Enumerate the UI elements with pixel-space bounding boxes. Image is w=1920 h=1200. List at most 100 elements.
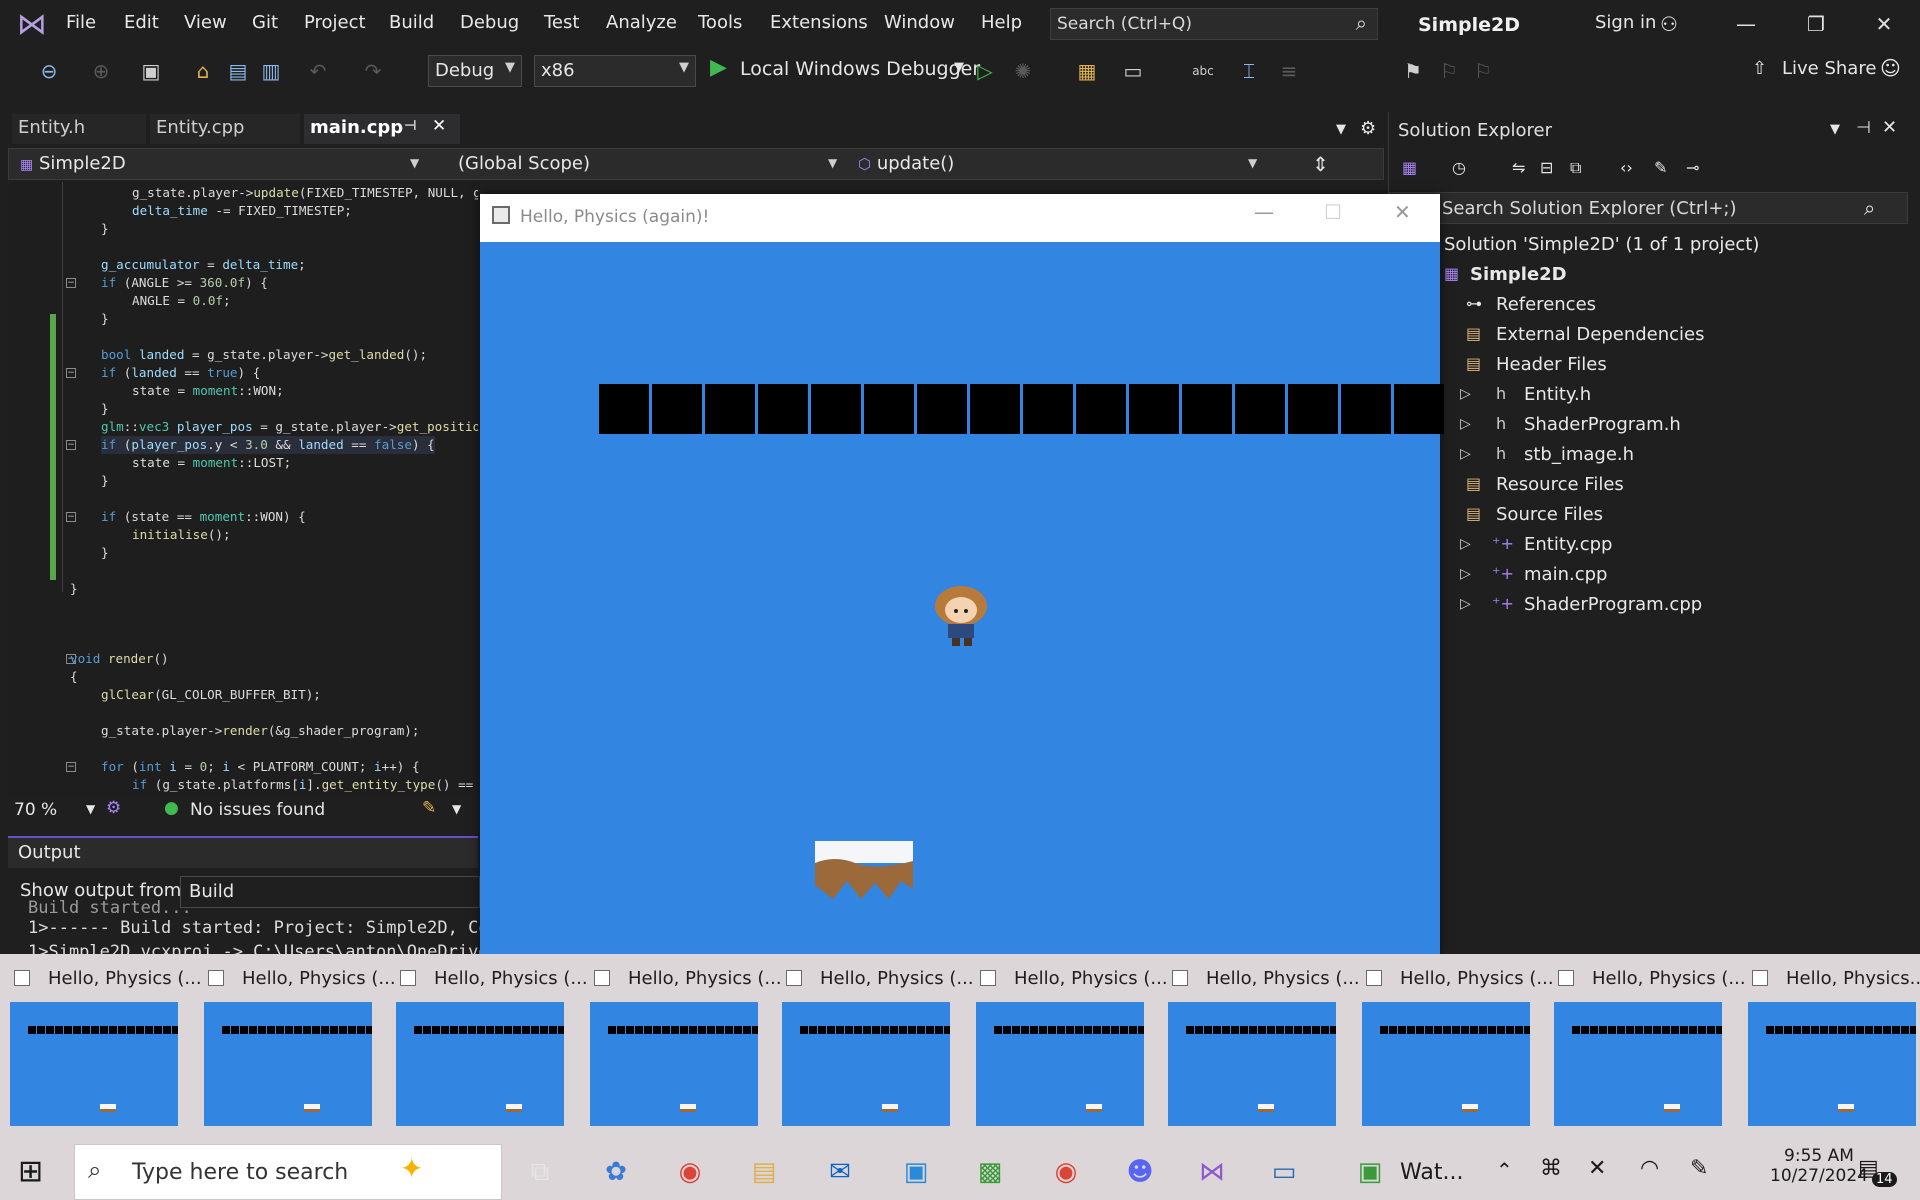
sign-in-link[interactable]: Sign in	[1595, 12, 1656, 33]
tree-file-shaderprogram-cpp[interactable]: ShaderProgram.cpp	[1524, 594, 1702, 615]
tab-entity-cpp[interactable]: Entity.cpp	[150, 114, 300, 144]
menu-view[interactable]: View	[184, 12, 227, 33]
live-share-button[interactable]: Live Share	[1782, 58, 1876, 79]
issues-status[interactable]: No issues found	[190, 800, 325, 820]
tree-external-dependencies[interactable]: External Dependencies	[1496, 324, 1705, 345]
menu-project[interactable]: Project	[304, 12, 366, 33]
menu-help[interactable]: Help	[981, 12, 1022, 33]
search-icon[interactable]: ⌕	[1864, 196, 1875, 220]
open-folder-icon[interactable]: ⌂	[190, 58, 216, 84]
bookmark-next-icon[interactable]: ⚐	[1470, 58, 1496, 84]
window-preview-thumbnail[interactable]	[782, 1002, 950, 1126]
window-preview-thumbnail[interactable]	[1554, 1002, 1722, 1126]
start-without-debugging-icon[interactable]: ▷	[972, 58, 998, 84]
bookmark-icon[interactable]: ⚑	[1400, 58, 1426, 84]
windows-start-icon[interactable]: ⊞	[18, 1154, 43, 1189]
intellicode-icon[interactable]: ⚙	[106, 798, 121, 818]
expand-arrow-icon[interactable]: ▷	[1460, 566, 1471, 582]
configuration-dropdown[interactable]: Debug ▼	[428, 55, 522, 87]
menu-git[interactable]: Git	[252, 12, 278, 33]
sync-icon[interactable]: ⇋	[1512, 158, 1525, 177]
window-preview-thumbnail[interactable]	[590, 1002, 758, 1126]
expand-arrow-icon[interactable]: ▷	[1460, 536, 1471, 552]
close-icon[interactable]: ✕	[1394, 200, 1411, 224]
project-dropdown[interactable]: ▦ Simple2D	[14, 150, 424, 178]
format-icon[interactable]: ≡	[1276, 58, 1302, 84]
scope-dropdown[interactable]: (Global Scope)	[452, 150, 842, 178]
bookmark-prev-icon[interactable]: ⚐	[1436, 58, 1462, 84]
menu-extensions[interactable]: Extensions	[770, 12, 868, 33]
close-icon[interactable]: ✕	[1882, 117, 1897, 138]
chrome-profile-icon[interactable]: ◉	[1044, 1150, 1088, 1194]
tab-overflow-icon[interactable]: ▼	[1336, 122, 1346, 137]
menu-window[interactable]: Window	[884, 12, 955, 33]
start-debugger-button[interactable]: Local Windows Debugger	[740, 58, 980, 80]
search-box[interactable]: Search (Ctrl+Q) ⌕	[1050, 8, 1378, 40]
expand-arrow-icon[interactable]: ▷	[1460, 416, 1471, 432]
cleanup-icon[interactable]: ✎	[422, 798, 436, 818]
tree-file-entity-h[interactable]: Entity.h	[1524, 384, 1591, 405]
layout-icon[interactable]: ▭	[1120, 58, 1146, 84]
game-window-taskbar-icon[interactable]: ▭	[1262, 1150, 1306, 1194]
play-icon[interactable]: ▶	[710, 55, 727, 80]
app-icon[interactable]: ▣	[894, 1150, 938, 1194]
tree-file-main-cpp[interactable]: main.cpp	[1524, 564, 1607, 585]
save-icon[interactable]: ▤	[225, 58, 251, 84]
window-preview-thumbnail[interactable]	[1168, 1002, 1336, 1126]
chevron-down-icon[interactable]: ▼	[954, 60, 964, 75]
split-editor-icon[interactable]: ⇕	[1312, 152, 1329, 176]
spellcheck-icon[interactable]: abc	[1190, 58, 1216, 84]
member-dropdown[interactable]: ⬡ update()	[852, 150, 1262, 178]
gear-icon[interactable]: ⚙	[1360, 118, 1376, 139]
window-preview-thumbnail[interactable]	[10, 1002, 178, 1126]
discord-icon[interactable]: ☻	[1118, 1150, 1162, 1194]
tree-resource-files[interactable]: Resource Files	[1496, 474, 1624, 495]
output-source-dropdown[interactable]: Build	[180, 876, 480, 908]
history-icon[interactable]: ◷	[1452, 158, 1466, 177]
chevron-down-icon[interactable]: ▼	[86, 802, 95, 816]
restore-icon[interactable]: ❐	[1794, 8, 1838, 40]
menu-file[interactable]: File	[66, 12, 96, 33]
game-viewport[interactable]	[480, 194, 1440, 954]
close-icon[interactable]: ✕	[1862, 8, 1906, 40]
system-clock[interactable]: 9:55 AM 10/27/2024	[1770, 1146, 1868, 1186]
zoom-level[interactable]: 70 %	[14, 800, 57, 820]
menu-test[interactable]: Test	[544, 12, 579, 33]
window-preview-thumbnail[interactable]	[976, 1002, 1144, 1126]
expand-arrow-icon[interactable]: ▷	[1460, 446, 1471, 462]
window-preview-thumbnail[interactable]	[1748, 1002, 1916, 1126]
back-icon[interactable]: ⊖	[36, 58, 62, 84]
file-explorer-icon[interactable]: ▤	[742, 1150, 786, 1194]
minecraft-icon[interactable]: ▩	[968, 1150, 1012, 1194]
chevron-down-icon[interactable]: ▼	[1830, 122, 1840, 137]
chevron-up-icon[interactable]: ⌃	[1496, 1158, 1513, 1182]
menu-debug[interactable]: Debug	[460, 12, 519, 33]
chrome-icon[interactable]: ◉	[668, 1150, 712, 1194]
select-icon[interactable]: ⌶	[1236, 58, 1262, 84]
tree-source-files[interactable]: Source Files	[1496, 504, 1603, 525]
menu-analyze[interactable]: Analyze	[606, 12, 677, 33]
expand-arrow-icon[interactable]: ▷	[1460, 386, 1471, 402]
outlook-icon[interactable]: ✉	[818, 1150, 862, 1194]
account-icon[interactable]: ⚇	[1660, 12, 1678, 36]
platform-dropdown[interactable]: x86 ▼	[534, 55, 696, 87]
wifi-icon[interactable]: ◠	[1640, 1156, 1659, 1181]
pin-icon[interactable]: ⊣	[404, 118, 417, 134]
volume-muted-icon[interactable]: ✕	[1588, 1156, 1606, 1181]
switch-views-icon[interactable]: ▦	[1402, 158, 1417, 177]
undo-icon[interactable]: ↶	[305, 58, 331, 84]
hot-reload-icon[interactable]: ✺	[1010, 58, 1036, 84]
forward-icon[interactable]: ⊕	[88, 58, 114, 84]
share-icon[interactable]: ⇧	[1752, 58, 1767, 79]
network-app-icon[interactable]: ⌘	[1540, 1156, 1562, 1181]
solution-folder-icon[interactable]: ▦	[1074, 58, 1100, 84]
minimize-icon[interactable]: —	[1254, 200, 1274, 224]
expand-arrow-icon[interactable]: ▷	[1460, 596, 1471, 612]
redo-icon[interactable]: ↷	[360, 58, 386, 84]
menu-build[interactable]: Build	[389, 12, 434, 33]
tree-file-entity-cpp[interactable]: Entity.cpp	[1524, 534, 1612, 555]
new-project-icon[interactable]: ▣	[138, 58, 164, 84]
tree-solution[interactable]: Solution 'Simple2D' (1 of 1 project)	[1444, 234, 1759, 255]
tree-file-stb-image-h[interactable]: stb_image.h	[1524, 444, 1634, 465]
pen-icon[interactable]: ✎	[1690, 1156, 1708, 1181]
